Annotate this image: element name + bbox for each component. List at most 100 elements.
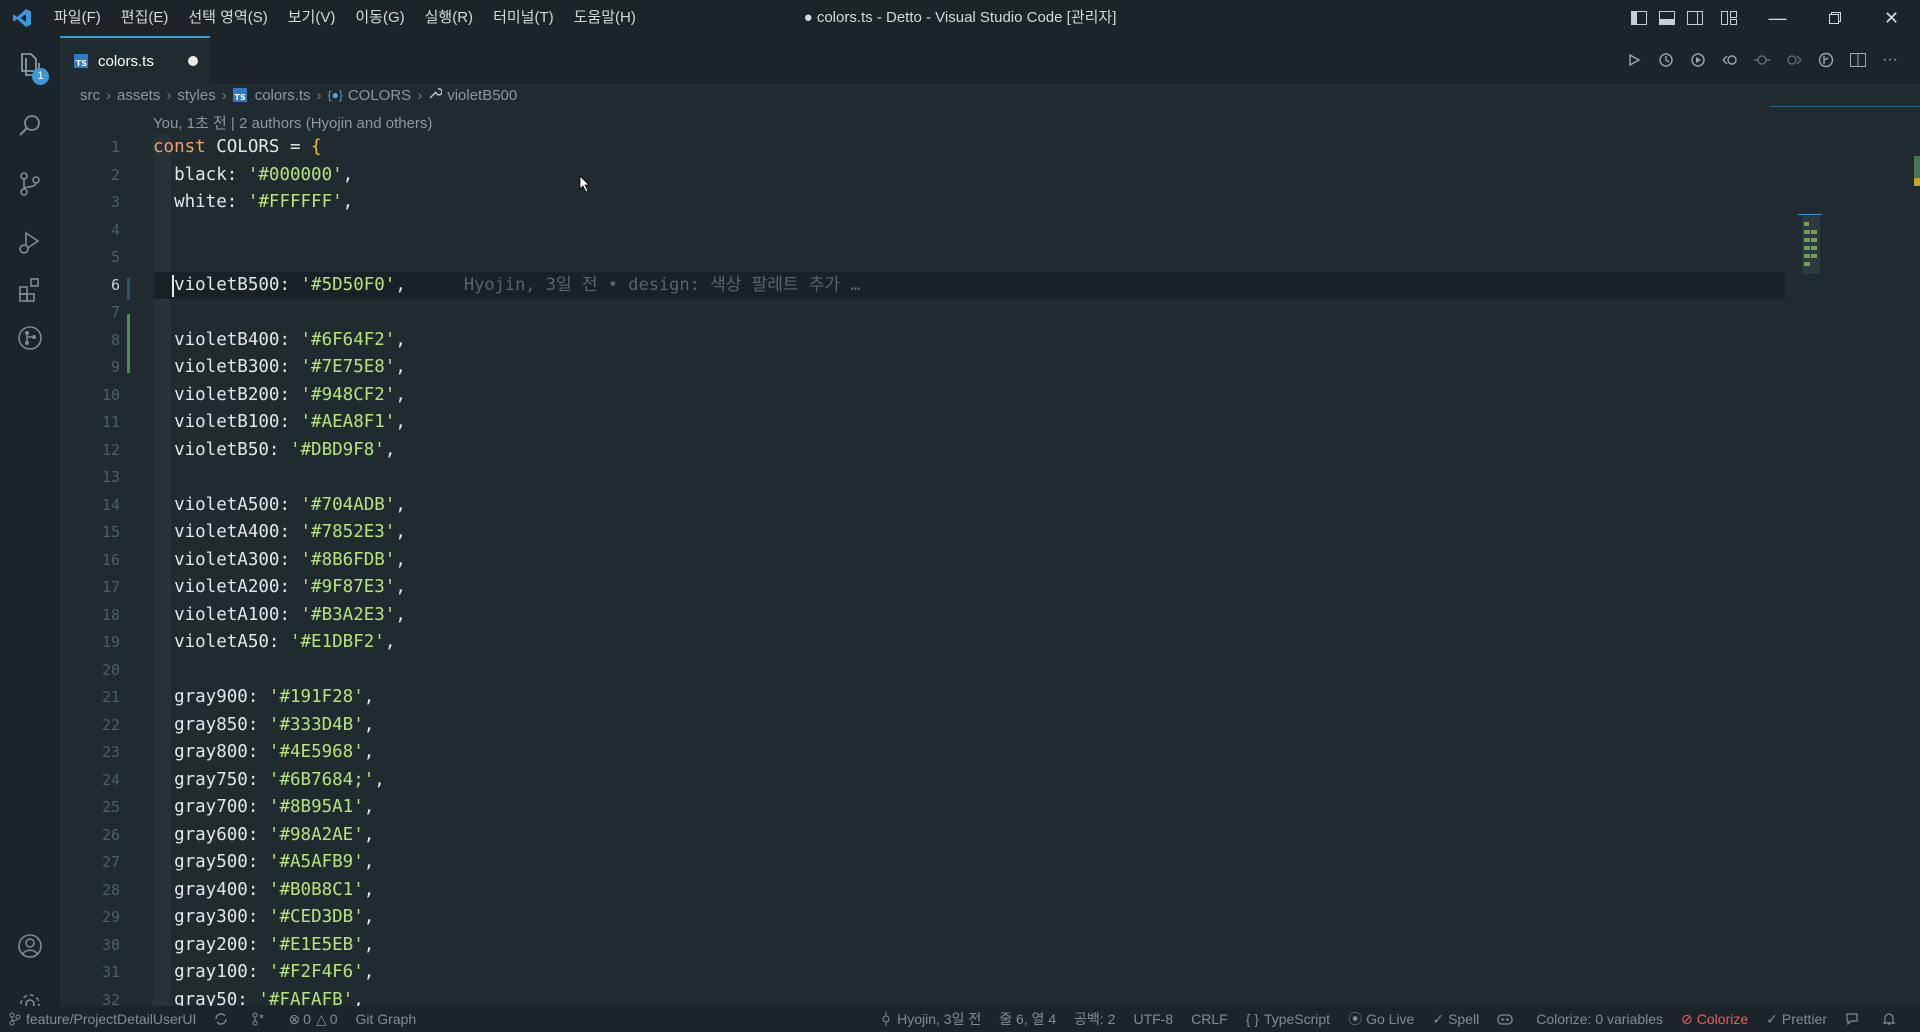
code-line[interactable]: white: '#FFFFFF', xyxy=(153,189,1920,217)
code-line[interactable]: violetA100: '#B3A2E3', xyxy=(153,602,1920,630)
toggle-panel-icon[interactable] xyxy=(1653,0,1681,36)
gitlens-publish-icon[interactable] xyxy=(242,1012,279,1026)
code-line[interactable]: violetB100: '#AEA8F1', xyxy=(153,409,1920,437)
code-line[interactable]: violetB300: '#7E75E8', xyxy=(153,354,1920,382)
menu-item[interactable]: 실행(R) xyxy=(415,0,483,36)
code-line[interactable] xyxy=(153,464,1920,492)
source-control-icon[interactable] xyxy=(0,156,60,212)
colorize-variables[interactable]: Colorize: 0 variables xyxy=(1527,1011,1672,1027)
unsaved-dot-icon[interactable] xyxy=(188,56,198,66)
code-line[interactable]: gray100: '#F2F4F6', xyxy=(153,959,1920,987)
problems-indicator[interactable]: ⊗ 0 △ 0 xyxy=(279,1011,346,1028)
tab-label: colors.ts xyxy=(98,52,154,70)
menu-item[interactable]: 편집(E) xyxy=(111,0,179,36)
comma-token: , xyxy=(363,962,375,982)
code-line[interactable]: violetB50: '#DBD9F8', xyxy=(153,437,1920,465)
previous-change-icon[interactable] xyxy=(1714,53,1746,67)
code-line[interactable] xyxy=(153,299,1920,327)
code-line[interactable]: gray750: '#6B7684;', xyxy=(153,767,1920,795)
breadcrumb-assets[interactable]: assets xyxy=(117,87,160,104)
colorize-button[interactable]: ⊘ Colorize xyxy=(1672,1011,1757,1028)
code-line[interactable]: violetA500: '#704ADB', xyxy=(153,492,1920,520)
menu-item[interactable]: 보기(V) xyxy=(278,0,346,36)
code-line[interactable]: gray50: '#FAFAFB', xyxy=(153,987,1920,1007)
blame-codelens[interactable]: You, 1초 전 | 2 authors (Hyojin and others… xyxy=(153,112,432,133)
code-editor[interactable]: You, 1초 전 | 2 authors (Hyojin and others… xyxy=(60,106,1920,1006)
menu-item[interactable]: 선택 영역(S) xyxy=(178,0,277,36)
comma-token: , xyxy=(395,384,406,405)
code-lines[interactable]: const COLORS = { black: '#000000', white… xyxy=(153,134,1920,1006)
run-icon[interactable] xyxy=(1618,53,1650,67)
cursor-position[interactable]: 줄 6, 열 4 xyxy=(990,1009,1065,1029)
code-line[interactable]: violetA300: '#8B6FDB', xyxy=(153,547,1920,575)
code-line[interactable]: violetA200: '#9F87E3', xyxy=(153,574,1920,602)
code-line[interactable]: gray200: '#E1E5EB', xyxy=(153,932,1920,960)
breadcrumb-styles[interactable]: styles xyxy=(177,87,215,104)
encoding[interactable]: UTF-8 xyxy=(1124,1011,1182,1027)
property-key-token: gray300 xyxy=(174,907,248,927)
gitlens-icon[interactable] xyxy=(1810,52,1842,68)
search-icon[interactable] xyxy=(0,98,60,154)
git-graph-button[interactable]: Git Graph xyxy=(347,1011,426,1027)
close-window-button[interactable]: ✕ xyxy=(1863,0,1920,36)
code-line[interactable]: violetA50: '#E1DBF2', xyxy=(153,629,1920,657)
code-line[interactable]: gray800: '#4E5968', xyxy=(153,739,1920,767)
explorer-icon[interactable]: 1 xyxy=(0,36,60,92)
code-line[interactable]: const COLORS = { xyxy=(153,134,1920,162)
copilot-icon[interactable] xyxy=(1488,1012,1527,1026)
open-changes-icon[interactable] xyxy=(1682,52,1714,68)
accounts-icon[interactable] xyxy=(0,918,60,974)
code-line[interactable]: gray500: '#A5AFB9', xyxy=(153,849,1920,877)
code-line[interactable]: violetB200: '#948CF2', xyxy=(153,382,1920,410)
breadcrumb-src[interactable]: src xyxy=(80,87,100,104)
menu-item[interactable]: 이동(G) xyxy=(345,0,414,36)
code-line[interactable]: gray850: '#333D4B', xyxy=(153,712,1920,740)
code-line[interactable]: gray600: '#98A2AE', xyxy=(153,822,1920,850)
code-line[interactable] xyxy=(153,217,1920,245)
timeline-history-icon[interactable] xyxy=(1650,52,1682,68)
tab-colors-ts[interactable]: TS colors.ts xyxy=(60,36,210,84)
commit-icon[interactable] xyxy=(1746,53,1778,67)
code-line[interactable]: violetB400: '#6F64F2', xyxy=(153,327,1920,355)
code-line[interactable] xyxy=(153,244,1920,272)
end-of-line[interactable]: CRLF xyxy=(1182,1011,1237,1027)
split-editor-icon[interactable] xyxy=(1842,53,1874,67)
menu-item[interactable]: 터미널(T) xyxy=(483,0,564,36)
code-line[interactable]: black: '#000000', xyxy=(153,162,1920,190)
more-actions-icon[interactable]: ··· xyxy=(1874,51,1906,69)
branch-indicator[interactable]: feature/ProjectDetailUserUI xyxy=(0,1011,205,1027)
code-line[interactable]: gray900: '#191F28', xyxy=(153,684,1920,712)
restore-button[interactable] xyxy=(1806,0,1863,36)
string-token: '#6B7684;' xyxy=(268,769,375,790)
prettier-button[interactable]: ✓ Prettier xyxy=(1757,1011,1836,1028)
breadcrumb-symbol-colors[interactable]: {●} COLORS xyxy=(328,87,412,104)
next-change-icon[interactable] xyxy=(1778,53,1810,67)
code-line[interactable]: gray400: '#B0B8C1', xyxy=(153,877,1920,905)
sync-icon[interactable] xyxy=(205,1012,242,1026)
string-token: '#000000' xyxy=(247,164,343,185)
code-line[interactable]: violetB500: '#5D50F0', Hyojin, 3일 전 • des… xyxy=(153,271,1785,299)
indentation[interactable]: 공백: 2 xyxy=(1065,1009,1124,1029)
breadcrumb-file[interactable]: TS colors.ts xyxy=(232,87,311,104)
customize-layout-icon[interactable] xyxy=(1709,0,1749,36)
code-line[interactable]: violetA400: '#7852E3', xyxy=(153,519,1920,547)
git-graph-icon[interactable] xyxy=(0,310,60,366)
toggle-primary-sidebar-icon[interactable] xyxy=(1625,0,1653,36)
notifications-bell-icon[interactable] xyxy=(1873,1012,1910,1026)
breadcrumb-symbol-property[interactable]: violetB500 xyxy=(428,86,517,104)
code-line[interactable] xyxy=(153,657,1920,685)
code-line[interactable]: gray700: '#8B95A1', xyxy=(153,794,1920,822)
menu-item[interactable]: 도움말(H) xyxy=(564,0,646,36)
language-mode[interactable]: { } TypeScript xyxy=(1237,1011,1339,1027)
spell-button[interactable]: ✓ Spell xyxy=(1423,1011,1488,1028)
minimize-button[interactable]: — xyxy=(1749,0,1806,36)
feedback-icon[interactable] xyxy=(1836,1012,1873,1026)
menu-item[interactable]: 파일(F) xyxy=(44,0,111,36)
code-line[interactable]: gray300: '#CED3DB', xyxy=(153,904,1920,932)
toggle-secondary-sidebar-icon[interactable] xyxy=(1681,0,1709,36)
minimap[interactable] xyxy=(1798,214,1822,294)
go-live-button[interactable]: ⦿ Go Live xyxy=(1339,1009,1423,1029)
string-token: '#8B95A1' xyxy=(268,797,364,817)
blame-status[interactable]: Hyojin, 3일 전 xyxy=(871,1009,990,1029)
